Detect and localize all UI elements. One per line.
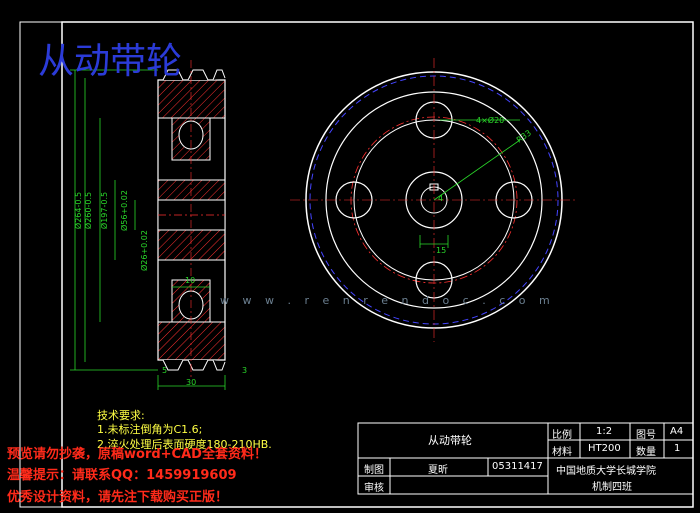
notes-item-1: 1.未标注倒角为C1.6; bbox=[97, 423, 203, 436]
tb-scale-label: 比例 bbox=[552, 430, 572, 441]
promo-line-2: 温馨提示：请联系QQ：1459919609 bbox=[7, 468, 237, 483]
tb-qty-label: 数量 bbox=[636, 447, 656, 458]
dim-d1: Ø264-0.5 bbox=[74, 191, 84, 230]
dim-width-5: 5 bbox=[162, 366, 168, 375]
tb-drawn-id: 05311417 bbox=[492, 461, 543, 472]
tb-material-value: HT200 bbox=[588, 443, 621, 454]
dim-d4: Ø56+0.02 bbox=[120, 190, 129, 231]
tb-check-label: 审核 bbox=[364, 483, 384, 494]
section-view bbox=[157, 60, 226, 380]
watermark-url: w w w . r e n r e n d o c . c o m bbox=[220, 294, 555, 307]
tb-drawn-label: 制图 bbox=[364, 465, 384, 476]
tb-part-name: 从动带轮 bbox=[428, 434, 472, 447]
tb-drawing-no-value: A4 bbox=[670, 426, 684, 437]
drawing-title: 从动带轮 bbox=[38, 41, 183, 82]
tb-scale-value: 1:2 bbox=[596, 426, 613, 437]
dim-keyway-4: 4 bbox=[438, 194, 444, 203]
tb-drawn-name: 夏昕 bbox=[428, 465, 448, 476]
promo-line-3: 优秀设计资料，请先注下载购买正版！ bbox=[7, 490, 229, 505]
cad-drawing-canvas: 从动带轮 w w w . r e n r e n d o c . c o m Ø… bbox=[0, 0, 700, 513]
tb-drawing-no-label: 图号 bbox=[636, 430, 656, 441]
dim-holes: 4×Ø20 bbox=[476, 116, 505, 125]
tb-qty-value: 1 bbox=[674, 443, 681, 454]
dim-d2: Ø260-0.5 bbox=[84, 191, 94, 230]
dim-width-10: 10 bbox=[185, 276, 196, 285]
dim-width-3: 3 bbox=[242, 366, 248, 375]
dim-keyway-15: 15 bbox=[436, 246, 447, 255]
tb-school: 中国地质大学长城学院 bbox=[556, 466, 656, 477]
promo-line-1: 预览请勿抄袭，原稿word+CAD全套资料！ bbox=[7, 447, 267, 462]
dim-d3: Ø197-0.5 bbox=[100, 191, 110, 230]
tb-dept: 机制四班 bbox=[592, 482, 632, 493]
dim-width-30: 30 bbox=[186, 378, 197, 387]
tb-material-label: 材料 bbox=[552, 447, 572, 458]
dim-d5: Ø26+0.02 bbox=[140, 230, 149, 271]
